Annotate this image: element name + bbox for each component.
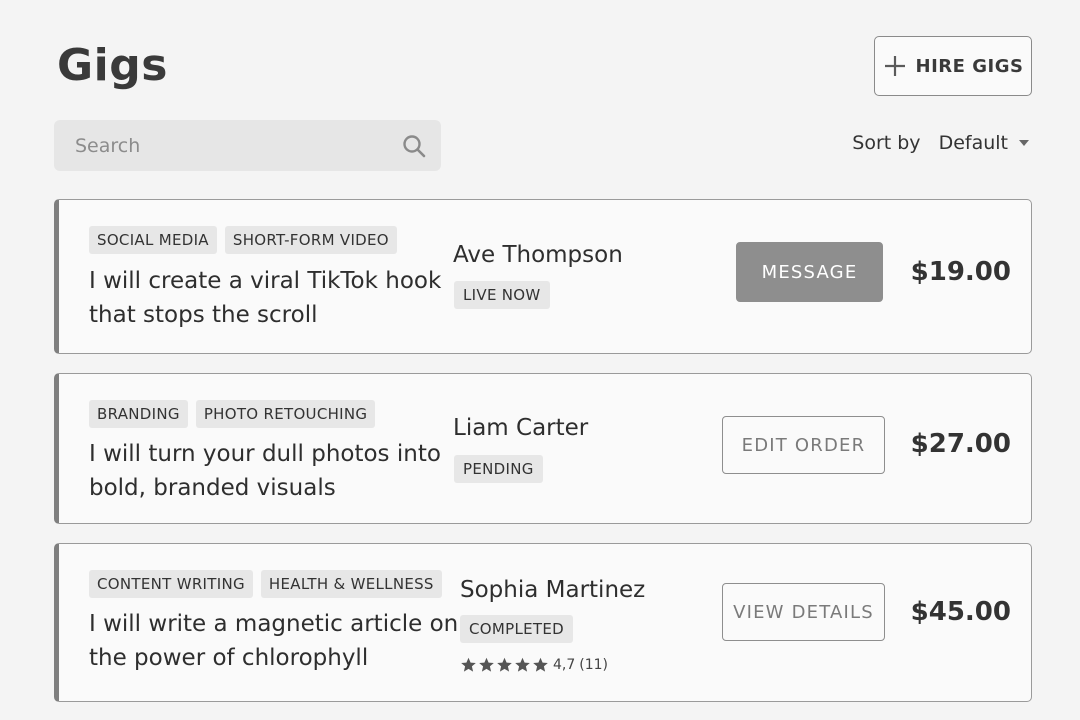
sort-control: Sort by Default <box>852 132 1030 154</box>
seller-name[interactable]: Ave Thompson <box>453 242 623 268</box>
search-icon[interactable] <box>401 133 427 159</box>
gig-price: $27.00 <box>910 429 1011 459</box>
sort-value: Default <box>938 132 1008 154</box>
gig-title[interactable]: I will create a viral TikTok hook that s… <box>89 264 459 332</box>
message-button[interactable]: MESSAGE <box>736 242 883 302</box>
edit-order-button[interactable]: EDIT ORDER <box>722 416 885 474</box>
gig-card: SOCIAL MEDIA SHORT-FORM VIDEO I will cre… <box>54 199 1032 354</box>
gig-tags: BRANDING PHOTO RETOUCHING <box>89 400 376 428</box>
gig-tag: SOCIAL MEDIA <box>89 226 217 254</box>
caret-down-icon <box>1019 140 1029 146</box>
gig-tags: CONTENT WRITING HEALTH & WELLNESS <box>89 570 442 598</box>
sort-dropdown[interactable]: Default <box>939 132 1030 154</box>
page-title: Gigs <box>57 40 168 91</box>
star-icon <box>461 657 476 672</box>
gig-tag: CONTENT WRITING <box>89 570 253 598</box>
star-icon <box>479 657 494 672</box>
star-icon <box>497 657 512 672</box>
status-badge: PENDING <box>454 455 543 483</box>
rating-score: 4,7 <box>553 657 576 673</box>
plus-icon <box>884 56 905 76</box>
hire-gigs-label: HIRE GIGS <box>915 55 1024 77</box>
gig-card: BRANDING PHOTO RETOUCHING I will turn yo… <box>54 373 1032 524</box>
rating-stars <box>460 657 549 673</box>
view-details-button[interactable]: VIEW DETAILS <box>722 583 885 641</box>
gig-tag: SHORT-FORM VIDEO <box>224 226 397 254</box>
gigs-page: Gigs HIRE GIGS Sort by Default SOCIAL ME… <box>0 0 1080 720</box>
gig-price: $19.00 <box>910 257 1011 287</box>
status-badge: COMPLETED <box>460 615 573 643</box>
gig-title[interactable]: I will write a magnetic article on the p… <box>89 607 459 675</box>
rating-count: (11) <box>579 657 609 673</box>
gig-tag: BRANDING <box>89 400 188 428</box>
rating: 4,7 (11) <box>460 657 608 673</box>
star-icon <box>533 657 548 672</box>
seller-name[interactable]: Sophia Martinez <box>460 577 645 603</box>
gig-card: CONTENT WRITING HEALTH & WELLNESS I will… <box>54 543 1032 702</box>
seller-name[interactable]: Liam Carter <box>453 415 588 441</box>
gig-tags: SOCIAL MEDIA SHORT-FORM VIDEO <box>89 226 397 254</box>
gig-price: $45.00 <box>910 597 1011 627</box>
search-input[interactable] <box>75 134 401 157</box>
star-icon <box>515 657 530 672</box>
status-badge: LIVE NOW <box>454 281 550 309</box>
sort-label: Sort by <box>852 132 921 154</box>
search-box[interactable] <box>54 120 441 171</box>
gig-tag: HEALTH & WELLNESS <box>260 570 442 598</box>
gig-title[interactable]: I will turn your dull photos into bold, … <box>89 437 459 505</box>
gig-tag: PHOTO RETOUCHING <box>195 400 376 428</box>
hire-gigs-button[interactable]: HIRE GIGS <box>874 36 1032 96</box>
